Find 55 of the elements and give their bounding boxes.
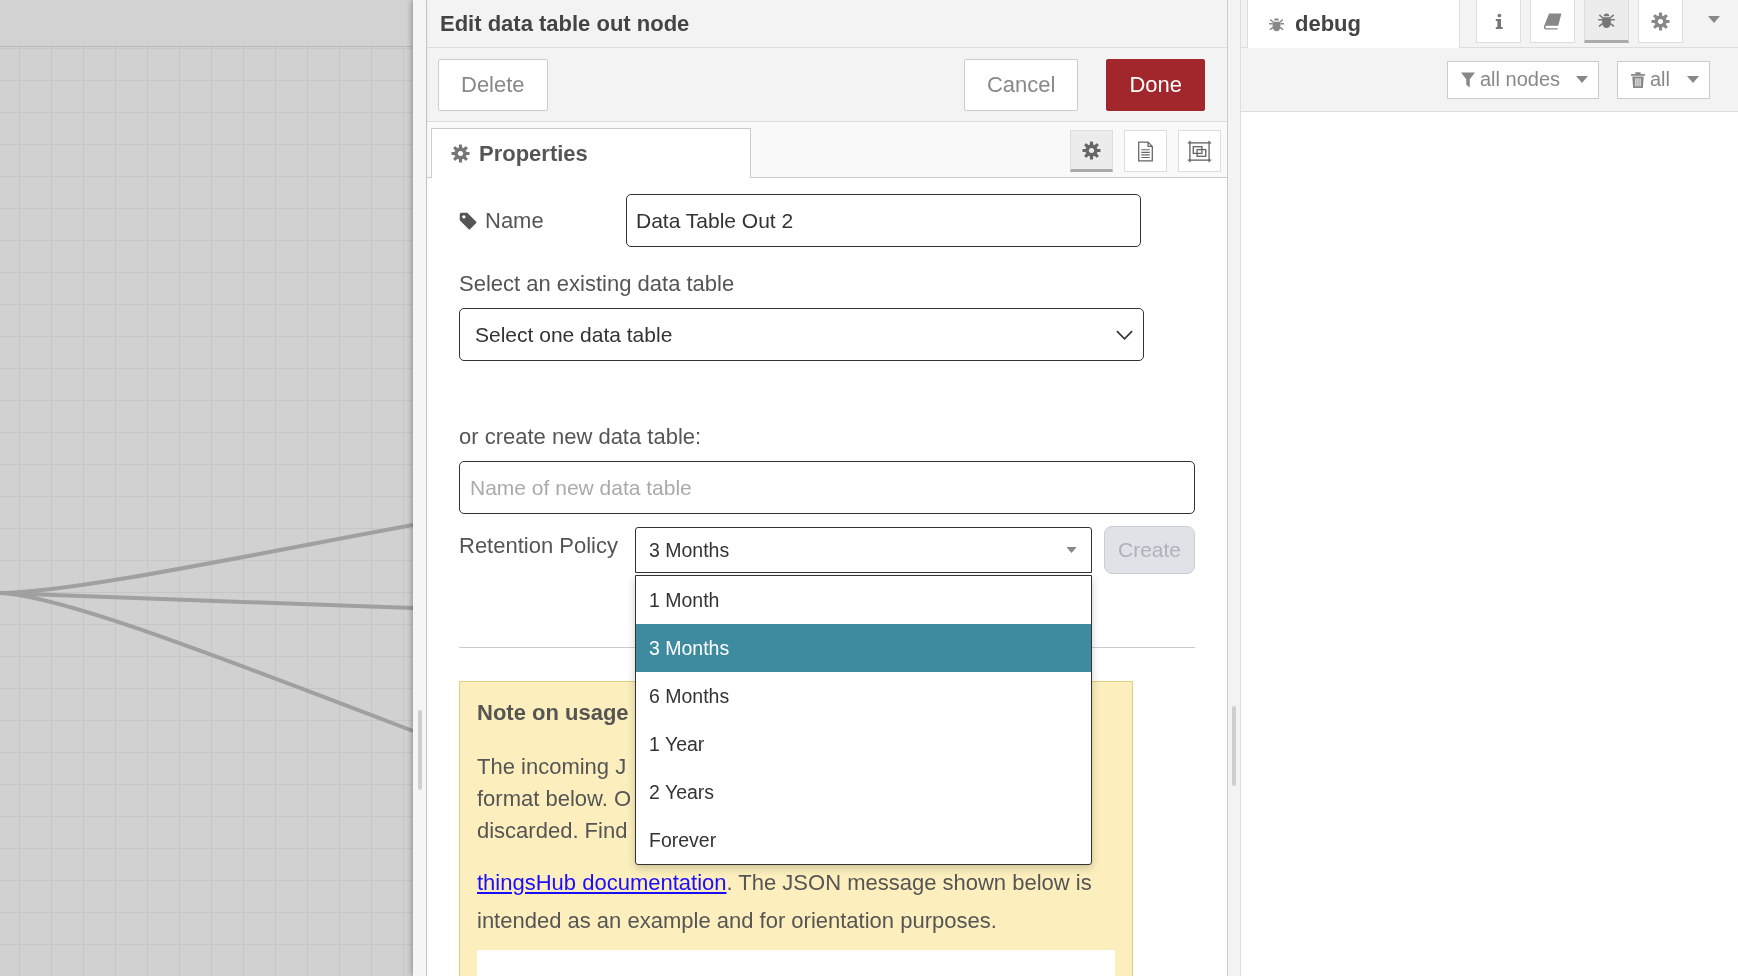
info-tab-button[interactable] xyxy=(1476,0,1521,43)
dropdown-option[interactable]: 2 Years xyxy=(636,768,1091,816)
cancel-button[interactable]: Cancel xyxy=(963,58,1079,111)
dropdown-option[interactable]: 1 Month xyxy=(636,576,1091,624)
dropdown-option[interactable]: 1 Year xyxy=(636,720,1091,768)
note-text: format below. O xyxy=(477,785,632,813)
dropdown-option[interactable]: 6 Months xyxy=(636,672,1091,720)
clear-button[interactable]: all xyxy=(1617,60,1710,99)
retention-label: Retention Policy xyxy=(459,532,619,560)
note-text: intended as an example and for orientation purposes. xyxy=(477,907,997,935)
name-label: Name xyxy=(485,206,544,235)
gear-icon xyxy=(1651,11,1670,31)
table-select[interactable]: Select one data table xyxy=(459,308,1144,361)
grip-icon xyxy=(1232,706,1236,786)
description-tab-button[interactable] xyxy=(1124,130,1167,172)
name-field[interactable]: Data Table Out 2 xyxy=(626,194,1141,247)
help-tab-button[interactable] xyxy=(1530,0,1575,43)
filter-icon xyxy=(1461,71,1475,88)
appearance-tab-button[interactable] xyxy=(1178,130,1221,172)
trash-icon xyxy=(1631,71,1645,88)
debug-tab-button[interactable] xyxy=(1584,0,1629,43)
frame-icon xyxy=(1187,139,1212,163)
filter-button[interactable]: all nodes xyxy=(1447,60,1599,99)
config-tab-button[interactable] xyxy=(1638,0,1683,43)
tray-title: Edit data table out node xyxy=(440,10,690,37)
gear-icon xyxy=(1082,140,1101,160)
note-title: Note on usage xyxy=(477,699,629,727)
field-label: Select an existing data table xyxy=(459,270,735,298)
grip-icon xyxy=(417,710,422,790)
caret-down-icon xyxy=(1066,547,1077,553)
settings-tab-button[interactable] xyxy=(1070,130,1113,172)
caret-down-icon[interactable] xyxy=(1708,16,1720,23)
documentation-link[interactable]: thingsHub documentation xyxy=(477,867,727,899)
bug-icon xyxy=(1597,10,1616,30)
done-button[interactable]: Done xyxy=(1106,58,1205,111)
document-icon xyxy=(1137,140,1154,162)
bug-icon xyxy=(1268,15,1285,33)
new-table-field[interactable]: Name of new data table xyxy=(459,461,1195,514)
field-label: or create new data table: xyxy=(459,423,702,451)
dropdown-option[interactable]: 3 Months xyxy=(636,624,1091,672)
dropdown-option[interactable]: Forever xyxy=(636,816,1091,864)
caret-down-icon xyxy=(1687,76,1699,83)
info-icon xyxy=(1494,12,1503,30)
caret-down-icon xyxy=(1576,76,1588,83)
gear-icon xyxy=(451,144,470,163)
note-text: . The JSON message shown below is xyxy=(726,869,1092,897)
note-text: The incoming J xyxy=(477,753,627,781)
note-text: discarded. Find xyxy=(477,817,628,845)
chevron-down-icon xyxy=(1116,329,1133,340)
book-icon xyxy=(1543,12,1562,30)
debug-tab[interactable]: debug xyxy=(1247,0,1460,48)
tag-icon xyxy=(459,211,477,230)
retention-select[interactable]: 3 Months xyxy=(635,527,1092,573)
delete-button[interactable]: Delete xyxy=(438,58,548,111)
properties-tab[interactable]: Properties xyxy=(431,128,751,178)
